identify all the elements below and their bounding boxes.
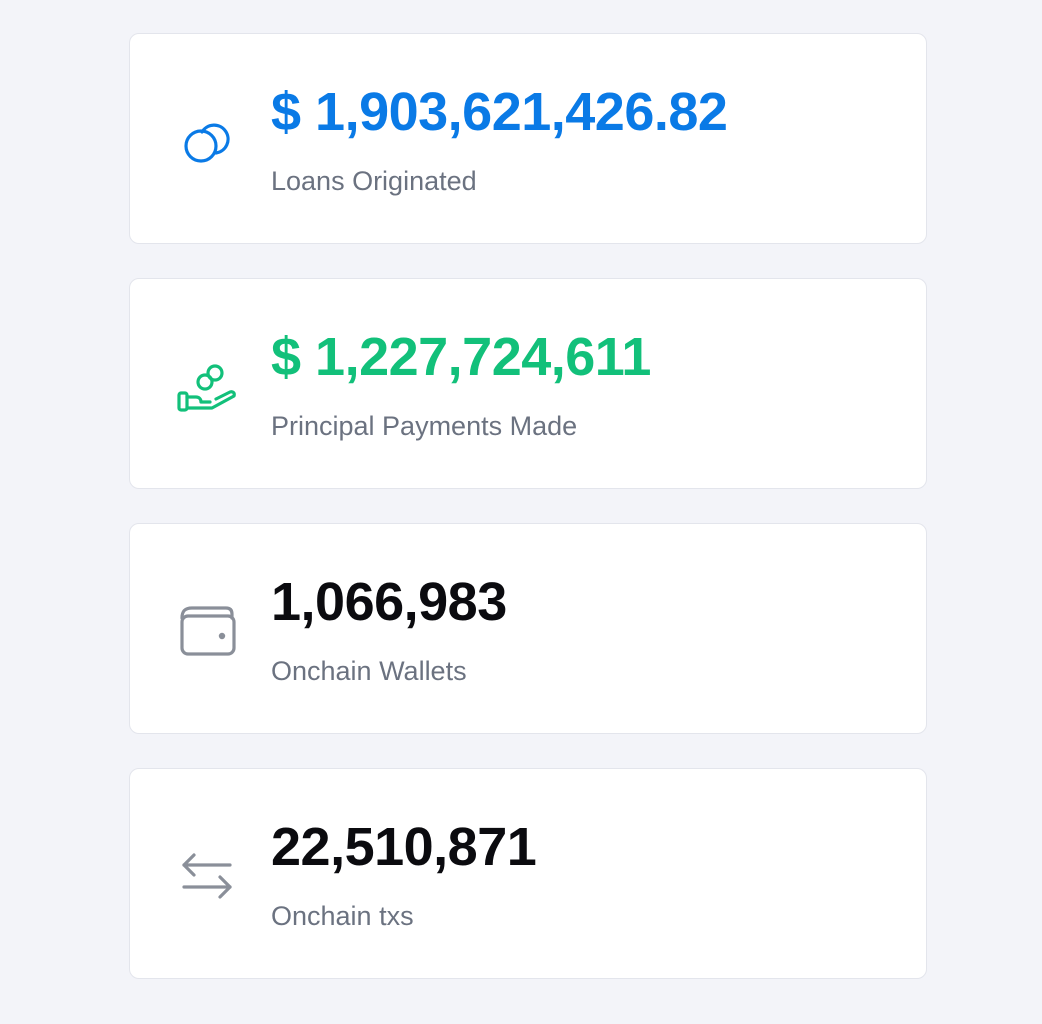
hand-coins-icon [176,353,240,417]
stat-card-principal-payments: $ 1,227,724,611 Principal Payments Made [129,278,927,489]
stat-card-onchain-txs: 22,510,871 Onchain txs [129,768,927,979]
stat-label: Loans Originated [271,166,477,196]
stat-value: 22,510,871 [271,817,537,877]
stat-label: Onchain txs [271,901,414,931]
stats-list: $ 1,903,621,426.82 Loans Originated $ 1,… [129,33,927,979]
transfer-arrows-icon [176,843,240,907]
stat-label: Onchain Wallets [271,656,467,686]
stat-label: Principal Payments Made [271,411,578,441]
stat-card-loans-originated: $ 1,903,621,426.82 Loans Originated [129,33,927,244]
stat-card-onchain-wallets: 1,066,983 Onchain Wallets [129,523,927,734]
stat-value: $ 1,903,621,426.82 [271,82,728,142]
stat-value: 1,066,983 [271,572,507,632]
stat-value: $ 1,227,724,611 [271,327,651,387]
coins-icon [176,108,240,172]
wallet-icon [176,598,240,662]
